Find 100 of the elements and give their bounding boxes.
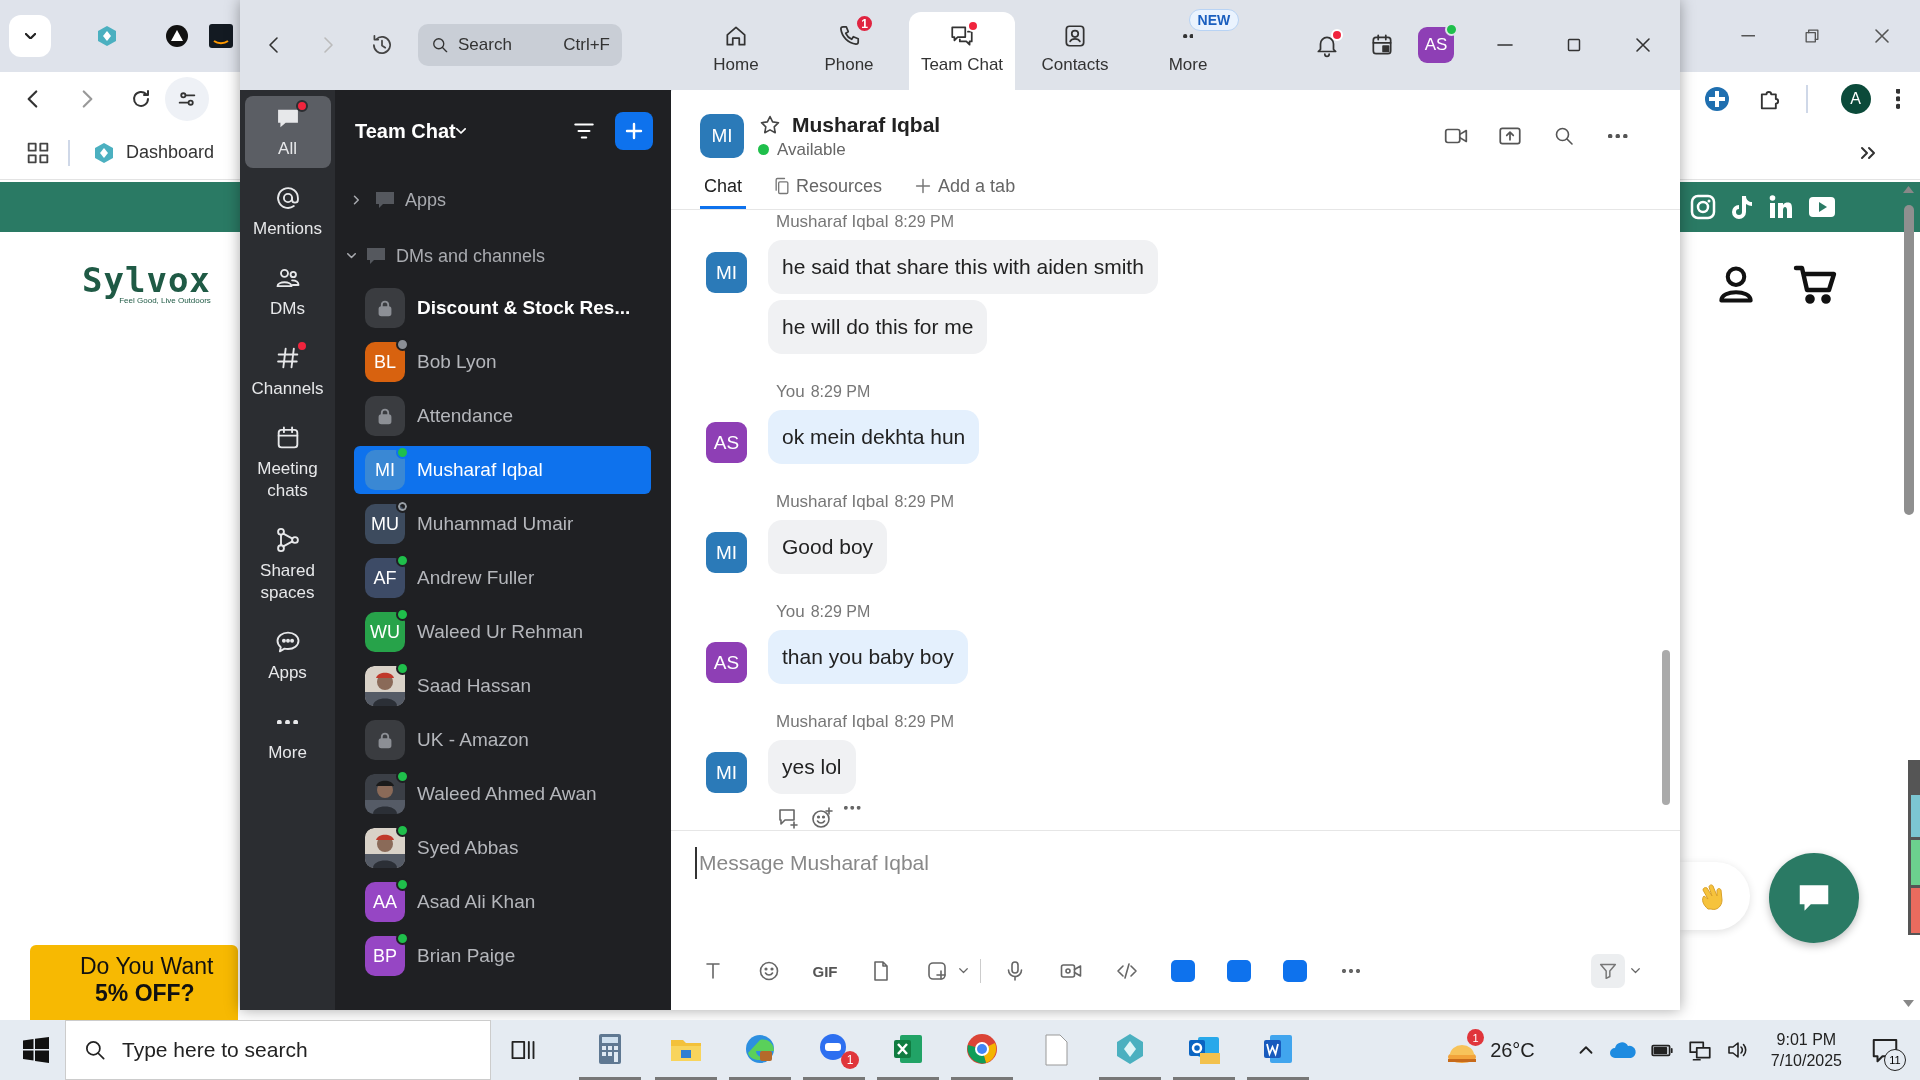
nav-tab[interactable]: Home bbox=[683, 12, 789, 90]
chat-list-item[interactable]: BL Bob Lyon bbox=[354, 338, 651, 386]
profile-avatar[interactable]: A bbox=[1840, 84, 1871, 114]
more-icon bbox=[1342, 969, 1360, 973]
message-bubble: Good boy bbox=[768, 520, 888, 574]
chat-list-item[interactable]: WU Waleed Ur Rehman bbox=[354, 608, 651, 656]
scrollbar-thumb[interactable] bbox=[1904, 205, 1914, 515]
diamond-icon[interactable] bbox=[95, 24, 119, 48]
chat-list-item[interactable]: MU Muhammad Umair bbox=[354, 500, 651, 548]
site-logo[interactable]: Sylvox Feel Good, Live Outdoors bbox=[82, 262, 211, 305]
add-reaction-icon[interactable] bbox=[810, 806, 834, 830]
count-badge: 11 bbox=[1884, 1049, 1906, 1071]
timestamp: 8:29 PM bbox=[810, 383, 871, 401]
nav-tab[interactable]: Team Chat bbox=[909, 12, 1015, 90]
nav-item[interactable]: Channels bbox=[244, 336, 331, 408]
chat-list-item[interactable]: Syed Abbas bbox=[354, 824, 651, 872]
music-note-icon[interactable] bbox=[1730, 194, 1754, 220]
menu-icon[interactable] bbox=[1895, 89, 1900, 109]
search-field[interactable]: Search Ctrl+F bbox=[418, 24, 622, 66]
nav-item[interactable]: Mentions bbox=[244, 176, 331, 248]
nav-tab[interactable]: 1 Phone bbox=[796, 12, 902, 90]
avatar: MI bbox=[706, 252, 747, 293]
taskbar-app-button[interactable]: 1 bbox=[803, 1020, 865, 1080]
timestamp: 8:29 PM bbox=[810, 603, 871, 621]
new-chat-button[interactable] bbox=[615, 112, 653, 150]
app-icon bbox=[1171, 960, 1195, 982]
chat-tab[interactable]: Chat bbox=[700, 166, 747, 209]
message-bubble: he will do this for me bbox=[768, 300, 988, 354]
more-icon bbox=[277, 719, 298, 725]
list-title[interactable]: Team Chat bbox=[355, 119, 456, 143]
more-icon bbox=[1608, 133, 1628, 139]
send-button[interactable] bbox=[1591, 954, 1625, 988]
chat-list-item[interactable]: BP Brian Paige bbox=[354, 932, 651, 980]
play-icon[interactable] bbox=[1808, 195, 1836, 219]
avatar: MI bbox=[700, 114, 744, 158]
sender-name: Musharaf Iqbal bbox=[776, 712, 889, 732]
extension-icon[interactable] bbox=[1703, 86, 1730, 112]
scrollbar[interactable] bbox=[1662, 650, 1670, 805]
chat-tab[interactable]: Resources bbox=[768, 166, 887, 209]
caret-icon bbox=[347, 253, 356, 259]
nav-item[interactable]: Meeting chats bbox=[244, 416, 331, 510]
count-badge: 1 bbox=[841, 1051, 859, 1069]
avatar: MI bbox=[706, 532, 747, 573]
camera-icon[interactable] bbox=[1690, 194, 1716, 220]
chat-tab[interactable]: Add a tab bbox=[908, 166, 1020, 209]
nav-item[interactable]: Apps bbox=[244, 620, 331, 692]
emoji-icon bbox=[757, 959, 781, 983]
nav-item[interactable]: Shared spaces bbox=[244, 518, 331, 612]
nav-tab[interactable]: NEW More bbox=[1135, 12, 1241, 90]
site-info-button[interactable] bbox=[165, 77, 209, 121]
cloud-icon[interactable] bbox=[1608, 1040, 1637, 1060]
diamond-icon bbox=[92, 140, 116, 165]
chat-list-item[interactable]: Discount & Stock Res... bbox=[354, 284, 651, 332]
chat-list-item[interactable]: Saad Hassan bbox=[354, 662, 651, 710]
profile-avatar[interactable]: AS bbox=[1418, 27, 1454, 63]
nav-item[interactable]: More bbox=[244, 700, 331, 772]
avatar: BP bbox=[365, 936, 405, 976]
bookmark-link[interactable]: Dashboard bbox=[126, 142, 215, 163]
contacts-icon bbox=[1062, 23, 1088, 49]
chat-list-item[interactable]: UK - Amazon bbox=[354, 716, 651, 764]
clock[interactable]: 9:01 PM 7/10/2025 bbox=[1770, 1029, 1842, 1071]
chat-list-item[interactable]: MI Musharaf Iqbal bbox=[354, 446, 651, 494]
chat-list-item[interactable]: AF Andrew Fuller bbox=[354, 554, 651, 602]
timestamp: 8:29 PM bbox=[894, 493, 955, 511]
more-icon[interactable] bbox=[844, 806, 861, 810]
scroll-down-icon[interactable] bbox=[1901, 998, 1916, 1010]
reply-icon[interactable] bbox=[776, 806, 800, 830]
chat-button[interactable] bbox=[1769, 853, 1859, 943]
gif-button[interactable]: GIF bbox=[803, 951, 847, 991]
shopping-icon[interactable] bbox=[209, 24, 233, 48]
search-icon bbox=[430, 35, 450, 55]
temperature-text[interactable]: 26°C bbox=[1490, 1038, 1535, 1062]
count-badge: 1 bbox=[855, 14, 874, 33]
nav-tab[interactable]: Contacts bbox=[1022, 12, 1128, 90]
nav-item[interactable]: DMs bbox=[244, 256, 331, 328]
app-icon bbox=[1227, 960, 1251, 982]
taskbar-search-field[interactable]: Type here to search bbox=[65, 1020, 491, 1080]
avatar: MI bbox=[706, 752, 747, 793]
promo-banner[interactable]: Do You Want 5% OFF? bbox=[30, 945, 238, 1020]
message-bubble: he said that share this with aiden smith bbox=[768, 240, 1158, 294]
screenshot-icon bbox=[925, 959, 949, 983]
sender-name: You bbox=[776, 382, 805, 402]
chat-list-item[interactable]: AA Asad Ali Khan bbox=[354, 878, 651, 926]
sender-name: Musharaf Iqbal bbox=[776, 212, 889, 232]
contact-name: Musharaf Iqbal bbox=[792, 112, 941, 137]
count-badge: 1 bbox=[1467, 1029, 1485, 1046]
section-header[interactable]: DMs and channels bbox=[335, 228, 671, 284]
chat-list-item[interactable]: Attendance bbox=[354, 392, 651, 440]
chevron-down-icon bbox=[24, 32, 36, 40]
side-widget-drawing[interactable] bbox=[1908, 760, 1920, 935]
nav-item[interactable]: All bbox=[244, 96, 331, 168]
timestamp: 8:29 PM bbox=[894, 713, 955, 731]
windows-logo-icon[interactable] bbox=[23, 1037, 49, 1063]
dots-icon bbox=[1182, 33, 1194, 39]
avatar: WU bbox=[365, 612, 405, 652]
chat-list-item[interactable]: Waleed Ahmed Awan bbox=[354, 770, 651, 818]
section-header[interactable]: Apps bbox=[335, 172, 671, 228]
timestamp: 8:29 PM bbox=[894, 213, 955, 231]
message-input[interactable]: Message Musharaf Iqbal bbox=[695, 847, 1595, 879]
avatar: MI bbox=[365, 450, 405, 490]
